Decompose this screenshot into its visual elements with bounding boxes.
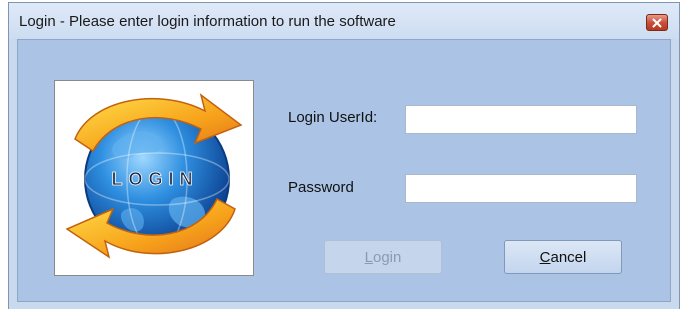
password-input[interactable] [405, 174, 637, 203]
svg-text:LOGIN: LOGIN [112, 169, 199, 189]
cancel-button-label: Cancel [539, 248, 587, 266]
login-button-label: Login [364, 248, 402, 266]
title-bar[interactable]: Login - Please enter login information t… [9, 3, 679, 39]
login-dialog: Login - Please enter login information t… [8, 2, 680, 309]
login-button[interactable]: Login [324, 240, 442, 274]
userid-input[interactable] [405, 105, 637, 134]
userid-label: Login UserId: [288, 109, 378, 126]
cancel-button[interactable]: Cancel [504, 240, 622, 274]
logo-frame: LOGIN [54, 80, 254, 276]
window-title: Login - Please enter login information t… [19, 13, 396, 30]
close-icon [652, 18, 662, 27]
close-button[interactable] [646, 14, 668, 31]
login-globe-logo: LOGIN [65, 93, 243, 259]
password-label: Password [288, 179, 354, 196]
dialog-client-area: LOGIN Login UserId: Password Login Cance… [17, 39, 671, 302]
